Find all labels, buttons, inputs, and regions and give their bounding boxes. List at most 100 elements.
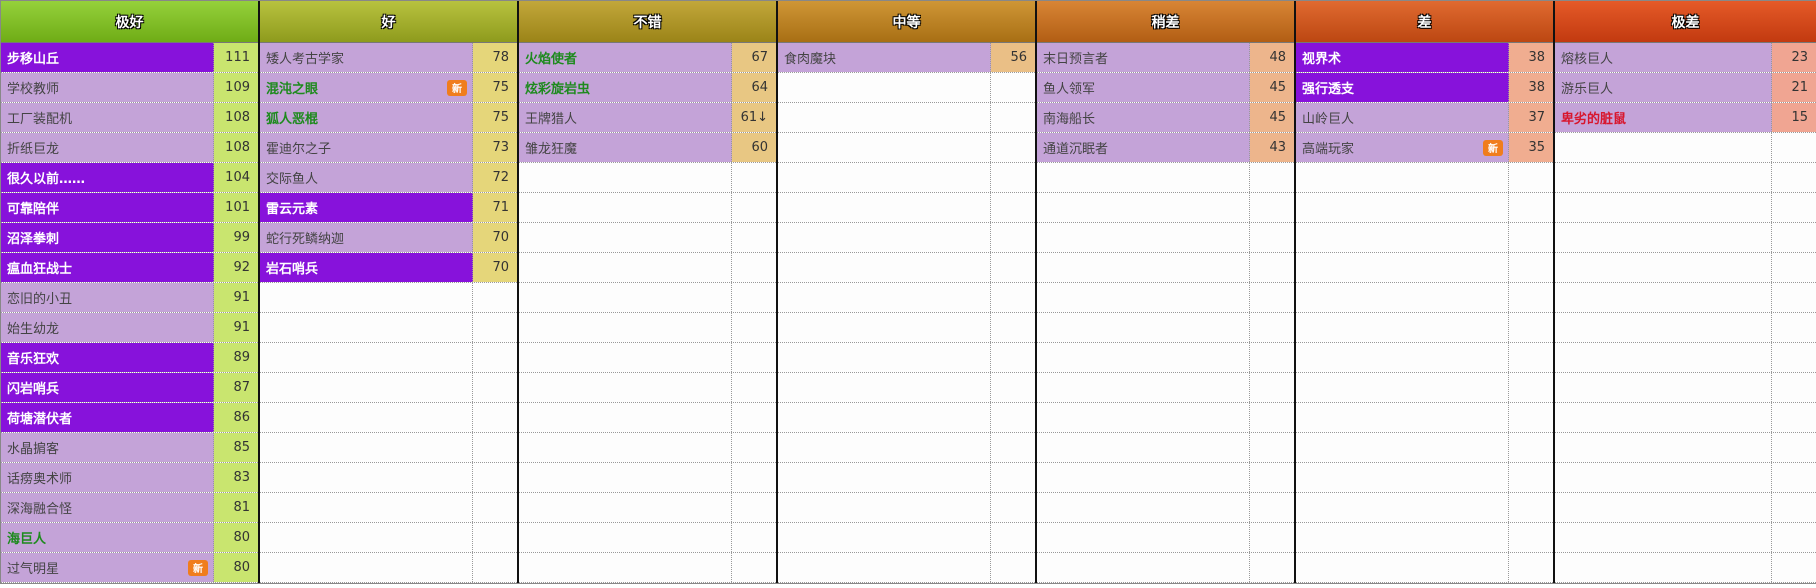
- card-name-cell[interactable]: 卑劣的脏鼠: [1555, 103, 1772, 132]
- card-name-cell[interactable]: 雷云元素: [260, 193, 473, 222]
- empty-row: [260, 373, 517, 403]
- card-row[interactable]: 音乐狂欢 89: [1, 343, 258, 373]
- card-name-cell[interactable]: 狐人恶棍: [260, 103, 473, 132]
- tier-header[interactable]: 极差: [1555, 1, 1816, 43]
- tier-header[interactable]: 中等: [778, 1, 1035, 43]
- card-row[interactable]: 话痨奥术师 83: [1, 463, 258, 493]
- tier-header[interactable]: 差: [1296, 1, 1553, 43]
- card-name-cell[interactable]: 山岭巨人: [1296, 103, 1509, 132]
- card-row[interactable]: 山岭巨人 37: [1296, 103, 1553, 133]
- card-row[interactable]: 工厂装配机 108: [1, 103, 258, 133]
- card-row[interactable]: 鱼人领军 45: [1037, 73, 1294, 103]
- card-row[interactable]: 雏龙狂魔 60: [519, 133, 776, 163]
- empty-name-cell: [260, 463, 473, 492]
- card-row[interactable]: 过气明星 新 80: [1, 553, 258, 583]
- card-name-cell[interactable]: 王牌猎人: [519, 103, 732, 132]
- card-row[interactable]: 王牌猎人 61↓: [519, 103, 776, 133]
- card-name-cell[interactable]: 海巨人: [1, 523, 214, 552]
- card-score: 38: [1509, 43, 1553, 72]
- card-row[interactable]: 视界术 38: [1296, 43, 1553, 73]
- tier-header[interactable]: 极好: [1, 1, 258, 43]
- empty-row: [519, 343, 776, 373]
- card-row[interactable]: 闪岩哨兵 87: [1, 373, 258, 403]
- card-name-cell[interactable]: 瘟血狂战士: [1, 253, 214, 282]
- card-row[interactable]: 炫彩旋岩虫 64: [519, 73, 776, 103]
- card-row[interactable]: 岩石哨兵 70: [260, 253, 517, 283]
- card-row[interactable]: 水晶掮客 85: [1, 433, 258, 463]
- card-row[interactable]: 游乐巨人 21: [1555, 73, 1816, 103]
- card-name-cell[interactable]: 水晶掮客: [1, 433, 214, 462]
- tier-header[interactable]: 不错: [519, 1, 776, 43]
- card-name-cell[interactable]: 步移山丘: [1, 43, 214, 72]
- card-name-cell[interactable]: 矮人考古学家: [260, 43, 473, 72]
- card-name-cell[interactable]: 始生幼龙: [1, 313, 214, 342]
- card-name-cell[interactable]: 高端玩家 新: [1296, 133, 1509, 162]
- card-row[interactable]: 火焰使者 67: [519, 43, 776, 73]
- card-row[interactable]: 学校教师 109: [1, 73, 258, 103]
- card-name-cell[interactable]: 鱼人领军: [1037, 73, 1250, 102]
- card-row[interactable]: 始生幼龙 91: [1, 313, 258, 343]
- card-row[interactable]: 强行透支 38: [1296, 73, 1553, 103]
- card-name-cell[interactable]: 岩石哨兵: [260, 253, 473, 282]
- card-name-cell[interactable]: 折纸巨龙: [1, 133, 214, 162]
- card-name-cell[interactable]: 学校教师: [1, 73, 214, 102]
- card-name-cell[interactable]: 炫彩旋岩虫: [519, 73, 732, 102]
- card-name-cell[interactable]: 游乐巨人: [1555, 73, 1772, 102]
- card-score: 78: [473, 43, 517, 72]
- card-row[interactable]: 海巨人 80: [1, 523, 258, 553]
- empty-row: [260, 493, 517, 523]
- card-row[interactable]: 狐人恶棍 75: [260, 103, 517, 133]
- card-row[interactable]: 卑劣的脏鼠 15: [1555, 103, 1816, 133]
- card-row[interactable]: 交际鱼人 72: [260, 163, 517, 193]
- card-row[interactable]: 通道沉眠者 43: [1037, 133, 1294, 163]
- card-row[interactable]: 恋旧的小丑 91: [1, 283, 258, 313]
- card-name-cell[interactable]: 火焰使者: [519, 43, 732, 72]
- card-name-cell[interactable]: 沼泽拳刺: [1, 223, 214, 252]
- card-name-cell[interactable]: 交际鱼人: [260, 163, 473, 192]
- card-name-cell[interactable]: 强行透支: [1296, 73, 1509, 102]
- card-name-cell[interactable]: 末日预言者: [1037, 43, 1250, 72]
- card-row[interactable]: 可靠陪伴 101: [1, 193, 258, 223]
- card-row[interactable]: 混沌之眼 新 75: [260, 73, 517, 103]
- empty-name-cell: [1296, 313, 1509, 342]
- empty-score-cell: [991, 133, 1035, 162]
- card-name-cell[interactable]: 话痨奥术师: [1, 463, 214, 492]
- card-name-cell[interactable]: 闪岩哨兵: [1, 373, 214, 402]
- card-row[interactable]: 南海船长 45: [1037, 103, 1294, 133]
- card-row[interactable]: 深海融合怪 81: [1, 493, 258, 523]
- card-name-cell[interactable]: 荷塘潜伏者: [1, 403, 214, 432]
- card-row[interactable]: 末日预言者 48: [1037, 43, 1294, 73]
- card-name-cell[interactable]: 深海融合怪: [1, 493, 214, 522]
- card-row[interactable]: 蛇行死鳞纳迦 70: [260, 223, 517, 253]
- card-row[interactable]: 折纸巨龙 108: [1, 133, 258, 163]
- card-row[interactable]: 步移山丘 111: [1, 43, 258, 73]
- card-name-cell[interactable]: 霍迪尔之子: [260, 133, 473, 162]
- card-row[interactable]: 瘟血狂战士 92: [1, 253, 258, 283]
- card-row[interactable]: 沼泽拳刺 99: [1, 223, 258, 253]
- card-row[interactable]: 霍迪尔之子 73: [260, 133, 517, 163]
- card-row[interactable]: 熔核巨人 23: [1555, 43, 1816, 73]
- card-name-cell[interactable]: 雏龙狂魔: [519, 133, 732, 162]
- card-name-cell[interactable]: 音乐狂欢: [1, 343, 214, 372]
- card-row[interactable]: 矮人考古学家 78: [260, 43, 517, 73]
- card-name-cell[interactable]: 蛇行死鳞纳迦: [260, 223, 473, 252]
- card-row[interactable]: 食肉魔块 56: [778, 43, 1035, 73]
- card-row[interactable]: 很久以前…… 104: [1, 163, 258, 193]
- card-name-cell[interactable]: 视界术: [1296, 43, 1509, 72]
- empty-name-cell: [260, 313, 473, 342]
- tier-header[interactable]: 稍差: [1037, 1, 1294, 43]
- card-name-cell[interactable]: 恋旧的小丑: [1, 283, 214, 312]
- tier-header[interactable]: 好: [260, 1, 517, 43]
- card-name-cell[interactable]: 食肉魔块: [778, 43, 991, 72]
- card-name-cell[interactable]: 可靠陪伴: [1, 193, 214, 222]
- card-row[interactable]: 荷塘潜伏者 86: [1, 403, 258, 433]
- card-name-cell[interactable]: 熔核巨人: [1555, 43, 1772, 72]
- card-name-cell[interactable]: 混沌之眼 新: [260, 73, 473, 102]
- card-name-cell[interactable]: 很久以前……: [1, 163, 214, 192]
- card-name-cell[interactable]: 工厂装配机: [1, 103, 214, 132]
- card-name-cell[interactable]: 过气明星 新: [1, 553, 214, 582]
- card-name-cell[interactable]: 通道沉眠者: [1037, 133, 1250, 162]
- card-row[interactable]: 雷云元素 71: [260, 193, 517, 223]
- card-name-cell[interactable]: 南海船长: [1037, 103, 1250, 132]
- card-row[interactable]: 高端玩家 新 35: [1296, 133, 1553, 163]
